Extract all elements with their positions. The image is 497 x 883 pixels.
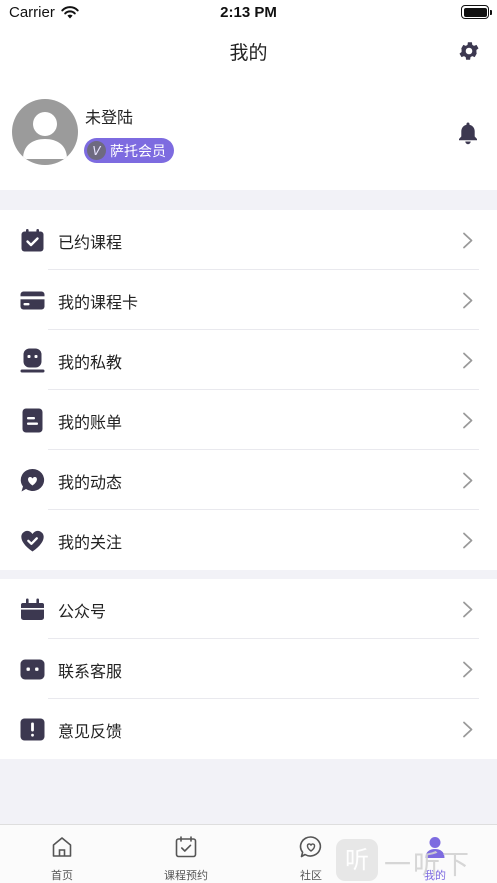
menu-item-label: 我的动态 [58,473,123,492]
calendar-check-icon [175,836,197,858]
menu-item-my-bills[interactable]: 我的账单 [0,390,497,450]
tab-label: 首页 [51,869,73,882]
card-icon [20,291,45,310]
menu-item-official-account[interactable]: 公众号 [0,579,497,639]
chevron-right-icon [463,352,473,369]
official-account-icon [21,598,44,620]
heart-check-icon [21,530,44,552]
bill-icon [22,408,43,433]
watermark-logo: 听 [336,839,378,881]
avatar[interactable] [12,99,78,165]
status-bar: Carrier 2:13 PM [0,0,497,26]
bell-icon[interactable] [456,120,480,146]
menu-item-private-coach[interactable]: 我的私教 [0,330,497,390]
calendar-check-icon [21,229,44,252]
menu-item-my-follows[interactable]: 我的关注 [0,510,497,570]
watermark: 听 一听下载 [336,837,496,883]
menu-item-booked-courses[interactable]: 已约课程 [0,210,497,270]
bottom-area [0,758,497,824]
heart-bubble-icon [299,836,322,858]
chevron-right-icon [463,232,473,249]
profile-section[interactable]: 未登陆 V 萨托会员 [0,90,497,190]
chevron-right-icon [463,601,473,618]
page-title: 我的 [229,42,268,64]
menu-item-label: 我的私教 [58,353,123,372]
menu-item-my-posts[interactable]: 我的动态 [0,450,497,510]
menu-item-label: 公众号 [58,602,107,621]
menu-item-label: 联系客服 [58,662,123,681]
menu-item-feedback[interactable]: 意见反馈 [0,699,497,759]
chevron-right-icon [463,532,473,549]
menu-item-label: 我的课程卡 [58,293,139,312]
vip-badge[interactable]: V 萨托会员 [84,138,174,163]
feedback-icon [20,718,45,741]
tab-home[interactable]: 首页 [12,825,112,883]
coach-icon [20,348,45,373]
chevron-right-icon [463,472,473,489]
chevron-right-icon [463,412,473,429]
home-icon [52,837,72,857]
section-gap [0,569,497,579]
menu-item-label: 已约课程 [58,233,123,252]
clock: 2:13 PM [220,4,277,21]
menu-item-label: 意见反馈 [58,722,123,741]
tab-course-booking[interactable]: 课程预约 [136,825,236,883]
vip-icon: V [87,141,106,160]
tab-label: 课程预约 [164,869,208,882]
section-gap [0,190,497,210]
battery-icon [461,5,492,19]
chevron-right-icon [463,292,473,309]
gear-icon[interactable] [457,39,481,63]
heart-bubble-icon [20,468,45,492]
menu-item-customer-service[interactable]: 联系客服 [0,639,497,699]
chevron-right-icon [463,661,473,678]
vip-badge-label: 萨托会员 [110,143,166,160]
username-label[interactable]: 未登陆 [85,104,133,128]
menu-item-label: 我的账单 [58,413,123,432]
customer-service-icon [20,659,45,680]
watermark-text: 一听下载 [384,850,471,881]
default-user-icon [23,112,67,159]
chevron-right-icon [463,721,473,738]
menu-item-label: 我的关注 [58,533,123,552]
menu-item-course-card[interactable]: 我的课程卡 [0,270,497,330]
